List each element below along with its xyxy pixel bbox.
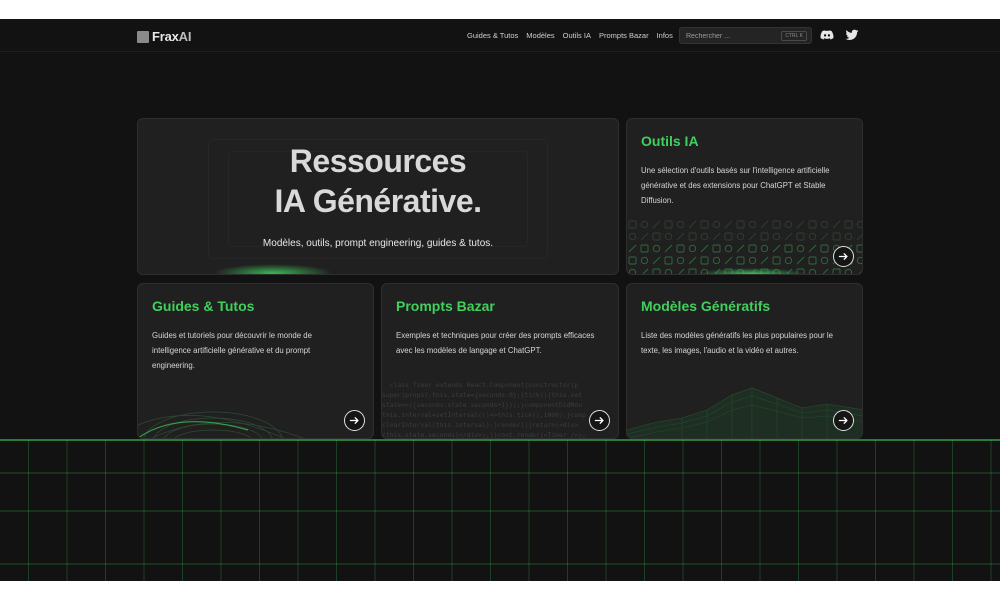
nav-modeles[interactable]: Modèles bbox=[526, 31, 554, 40]
card-title: Outils IA bbox=[641, 133, 699, 149]
arrow-right-icon bbox=[838, 253, 848, 260]
open-card-button[interactable] bbox=[833, 410, 854, 431]
twitter-icon[interactable] bbox=[845, 28, 859, 42]
search-box[interactable]: CTRL K bbox=[679, 27, 812, 44]
card-title: Modèles Génératifs bbox=[641, 298, 771, 314]
open-card-button[interactable] bbox=[344, 410, 365, 431]
card-guides-tutos[interactable]: Guides & Tutos Guides et tutoriels pour … bbox=[137, 283, 374, 439]
card-description: Une sélection d'outils basés sur l'intel… bbox=[641, 166, 830, 205]
card-description: Liste des modèles génératifs les plus po… bbox=[641, 331, 834, 355]
logo[interactable]: FraxAI bbox=[137, 29, 191, 44]
hero-card: Ressources IA Générative. Modèles, outil… bbox=[137, 118, 619, 275]
nav-infos[interactable]: Infos bbox=[657, 31, 673, 40]
card-title: Guides & Tutos bbox=[152, 298, 255, 314]
search-shortcut-badge: CTRL K bbox=[781, 31, 807, 41]
card-description: Exemples et techniques pour créer des pr… bbox=[396, 331, 595, 355]
hero-title: Ressources IA Générative. bbox=[274, 143, 482, 219]
card-prompts-bazar[interactable]: Prompts Bazar Exemples et techniques pou… bbox=[381, 283, 619, 439]
discord-icon[interactable] bbox=[820, 28, 834, 42]
site-header: FraxAI Guides & Tutos Modèles Outils IA … bbox=[0, 19, 1000, 52]
card-outils-ia[interactable]: Outils IA Une sélection d'outils basés s… bbox=[626, 118, 863, 275]
tool-icons-pattern bbox=[628, 220, 862, 274]
nav-outils-ia[interactable]: Outils IA bbox=[563, 31, 591, 40]
wave-mesh-pattern bbox=[627, 387, 862, 438]
logo-mark bbox=[137, 30, 149, 43]
grid-floor-background bbox=[0, 439, 1000, 581]
arrow-right-icon bbox=[349, 417, 359, 424]
open-card-button[interactable] bbox=[833, 246, 854, 267]
card-title: Prompts Bazar bbox=[396, 298, 495, 314]
arrow-right-icon bbox=[594, 417, 604, 424]
code-pattern: class Timer extends React.Component{cons… bbox=[382, 381, 586, 439]
card-description: Guides et tutoriels pour découvrir le mo… bbox=[152, 331, 312, 370]
search-input[interactable] bbox=[686, 31, 781, 41]
nav-prompts-bazar[interactable]: Prompts Bazar bbox=[599, 31, 649, 40]
nav-guides-tutos[interactable]: Guides & Tutos bbox=[467, 31, 518, 40]
main-nav: Guides & Tutos Modèles Outils IA Prompts… bbox=[467, 31, 673, 40]
spiral-pattern bbox=[138, 411, 304, 438]
logo-text: FraxAI bbox=[152, 29, 192, 44]
card-glow bbox=[697, 268, 807, 274]
hero-subtitle: Modèles, outils, prompt engineering, gui… bbox=[262, 238, 494, 249]
open-card-button[interactable] bbox=[589, 410, 610, 431]
card-modeles-generatifs[interactable]: Modèles Génératifs Liste des modèles gén… bbox=[626, 283, 863, 439]
arrow-right-icon bbox=[838, 417, 848, 424]
page-viewport: FraxAI Guides & Tutos Modèles Outils IA … bbox=[0, 19, 1000, 581]
hero-glow bbox=[213, 264, 333, 274]
